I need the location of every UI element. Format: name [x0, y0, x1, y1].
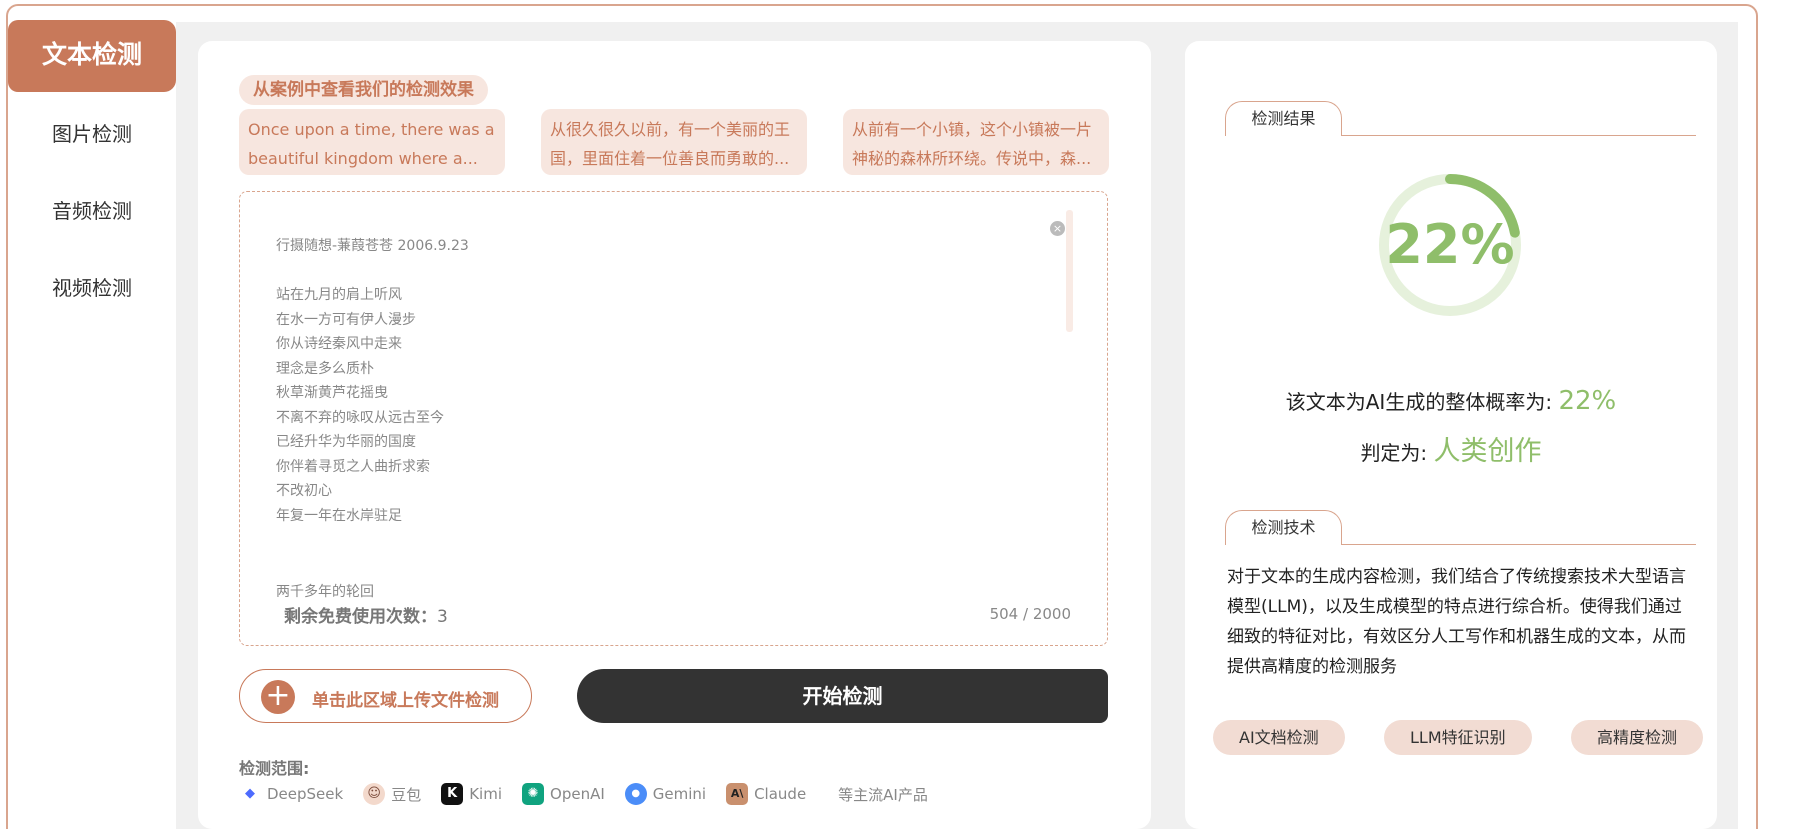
tag-ai-document-detection: AI文档检测: [1213, 720, 1345, 755]
tag-high-precision-detection: 高精度检测: [1570, 720, 1703, 755]
model-name: Claude: [754, 785, 807, 803]
probability-percent: 22%: [1385, 213, 1515, 276]
case-example-2[interactable]: 从很久很久以前，有一个美丽的王国，里面住着一位善良而勇敢的...: [541, 109, 807, 175]
ai-probability-line: 该文本为AI生成的整体概率为: 22%: [1185, 386, 1717, 416]
text-scrollbar[interactable]: [1066, 210, 1073, 332]
model-item: ● Gemini: [624, 783, 707, 805]
ai-probability-label: 该文本为AI生成的整体概率为:: [1285, 390, 1553, 414]
model-name: DeepSeek: [267, 785, 344, 803]
model-name: 豆包: [391, 785, 422, 804]
model-name: Gemini: [652, 785, 707, 803]
openai-icon: ✺: [522, 783, 545, 805]
case-example-1[interactable]: Once upon a time, there was a beautiful …: [239, 109, 505, 175]
sidebar-item-text-detection[interactable]: 文本检测: [8, 20, 176, 92]
start-detection-button[interactable]: 开始检测: [577, 669, 1108, 723]
remaining-uses-label: 剩余免费使用次数：: [284, 607, 437, 627]
gemini-icon: ●: [624, 783, 647, 805]
model-item: ◆ DeepSeek: [239, 783, 343, 805]
detection-input-panel: 从案例中查看我们的检测效果 Once upon a time, there wa…: [198, 41, 1151, 829]
detection-result-panel: 检测结果 22% 该文本为AI生成的整体概率为: 22% 判定为: 人类创作 检…: [1185, 41, 1717, 829]
claude-icon: A\: [726, 783, 749, 805]
more-models-text: 等主流AI产品: [838, 785, 928, 804]
character-counter: 504 / 2000: [989, 605, 1071, 623]
kimi-icon: K: [441, 783, 464, 805]
sidebar: 文本检测 图片检测 音频检测 视频检测: [8, 20, 176, 829]
verdict-value: 人类创作: [1433, 436, 1542, 467]
case-example-3[interactable]: 从前有一个小镇，这个小镇被一片神秘的森林所环绕。传说中，森...: [843, 109, 1109, 175]
tag-llm-feature-recognition: LLM特征识别: [1384, 720, 1532, 755]
model-name: Kimi: [469, 785, 503, 803]
supported-models-list: ◆ DeepSeek ☺ 豆包 K Kimi ✺ OpenAI ● Gemini…: [239, 779, 928, 809]
result-section-header: 检测结果: [1225, 101, 1696, 136]
result-section-title: 检测结果: [1225, 101, 1342, 136]
sidebar-item-video-detection[interactable]: 视频检测: [8, 253, 176, 323]
technique-section-title: 检测技术: [1225, 510, 1342, 545]
verdict-label: 判定为:: [1360, 441, 1428, 465]
verdict-line: 判定为: 人类创作: [1185, 429, 1717, 468]
remaining-free-uses: 剩余免费使用次数：3: [284, 602, 448, 627]
plus-icon: +: [261, 680, 295, 714]
technique-section-header: 检测技术: [1225, 510, 1696, 545]
text-input-area[interactable]: 行摄随想-蒹葭苍苍 2006.9.23 站在九月的肩上听风 在水一方可有伊人漫步…: [239, 191, 1108, 646]
case-example-text: 从很久很久以前，有一个美丽的王国，里面住着一位善良而勇敢的...: [550, 120, 791, 168]
case-example-text: 从前有一个小镇，这个小镇被一片神秘的森林所环绕。传说中，森...: [852, 120, 1093, 168]
sidebar-item-image-detection[interactable]: 图片检测: [8, 99, 176, 169]
model-item: K Kimi: [441, 783, 502, 805]
model-item: ✺ OpenAI: [522, 783, 605, 805]
deepseek-icon: ◆: [239, 783, 261, 805]
sidebar-item-audio-detection[interactable]: 音频检测: [8, 176, 176, 246]
model-item: ☺ 豆包: [363, 783, 421, 805]
model-item: A\ Claude: [726, 783, 806, 805]
upload-file-button[interactable]: + 单击此区域上传文件检测: [239, 669, 532, 723]
remaining-uses-count: 3: [437, 607, 448, 627]
text-input-partial-line: 两千多年的轮回: [276, 584, 374, 600]
ai-probability-value: 22%: [1558, 386, 1617, 416]
technique-description: 对于文本的生成内容检测，我们结合了传统搜索技术大型语言模型(LLM)，以及生成模…: [1227, 567, 1686, 677]
upload-file-label: 单击此区域上传文件检测: [312, 691, 499, 711]
model-name: OpenAI: [550, 785, 605, 803]
doubao-icon: ☺: [363, 783, 386, 805]
detection-scope-label: 检测范围:: [239, 759, 310, 778]
technique-tags: AI文档检测 LLM特征识别 高精度检测: [1213, 720, 1703, 755]
case-examples-title: 从案例中查看我们的检测效果: [239, 75, 488, 105]
case-example-text: Once upon a time, there was a beautiful …: [248, 120, 495, 168]
probability-ring: 22%: [1375, 170, 1525, 320]
text-input-content[interactable]: 行摄随想-蒹葭苍苍 2006.9.23 站在九月的肩上听风 在水一方可有伊人漫步…: [276, 234, 1056, 584]
clear-text-icon[interactable]: ×: [1050, 221, 1065, 236]
